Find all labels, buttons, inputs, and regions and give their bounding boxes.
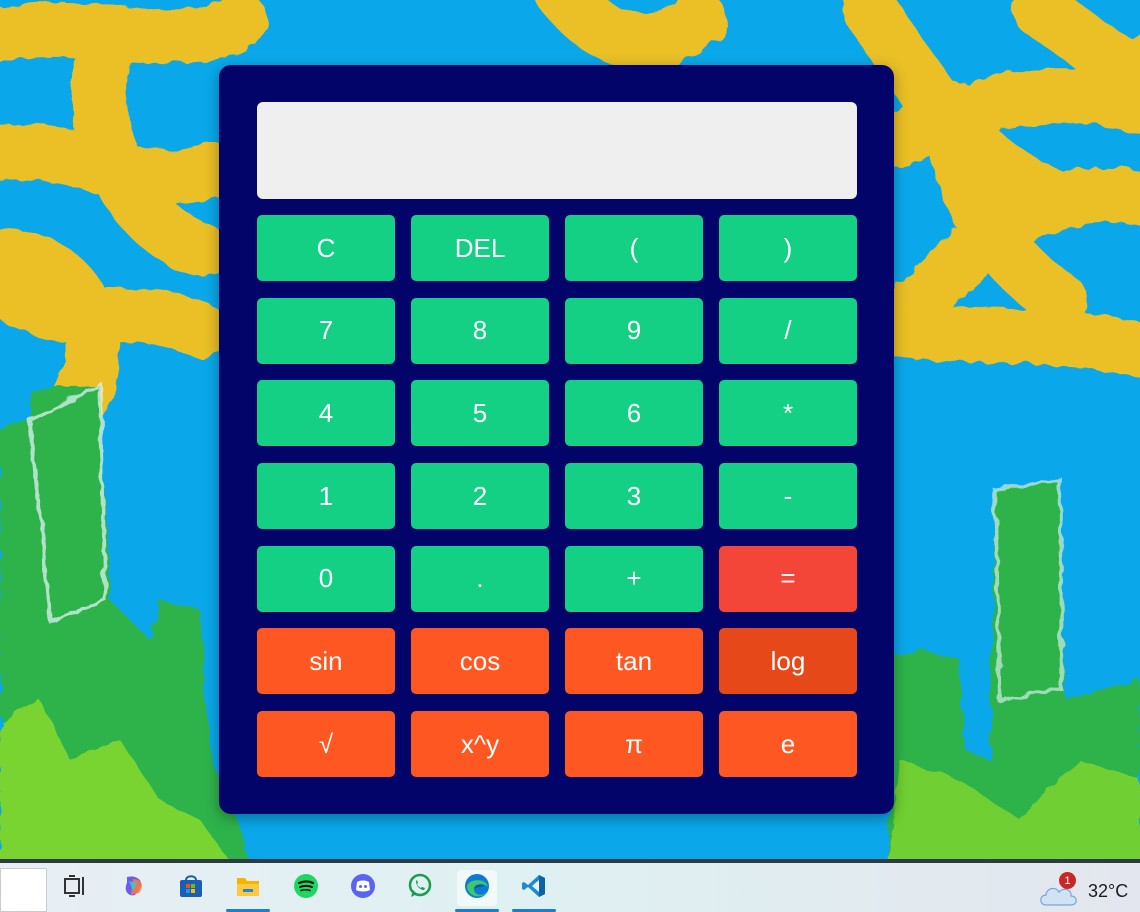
digit-6-button[interactable]: 6	[565, 380, 703, 447]
cos-button[interactable]: cos	[411, 628, 549, 695]
file-explorer-icon	[235, 874, 261, 903]
digit-2-button[interactable]: 2	[411, 463, 549, 530]
calculator-display	[257, 102, 857, 199]
calculator-panel: C DEL() 7 8 9/ 4 5 6 * 1 2 3- 0. + = sin cos tan log √ x^y π e	[219, 65, 894, 814]
digit-1-button[interactable]: 1	[257, 463, 395, 530]
pi-button[interactable]: π	[565, 711, 703, 778]
sqrt-button[interactable]: √	[257, 711, 395, 778]
digit-5-button[interactable]: 5	[411, 380, 549, 447]
spotify-icon	[293, 873, 319, 904]
calculator-keypad: C DEL() 7 8 9/ 4 5 6 * 1 2 3- 0. + = sin cos tan log √ x^y π e	[257, 215, 857, 778]
discord-button[interactable]	[343, 870, 383, 906]
copilot-icon	[121, 873, 147, 904]
clear-button[interactable]: C	[257, 215, 395, 281]
digit-8-button[interactable]: 8	[411, 297, 549, 364]
digit-9-button[interactable]: 9	[565, 297, 703, 364]
multiply-button[interactable]: *	[719, 380, 857, 447]
divide-button[interactable]: /	[719, 297, 857, 364]
sin-button[interactable]: sin	[257, 628, 395, 695]
decimal-button[interactable]: .	[411, 545, 549, 612]
spotify-button[interactable]	[286, 870, 326, 906]
task-view-icon	[63, 874, 89, 902]
digit-3-button[interactable]: 3	[565, 463, 703, 530]
edge-button[interactable]	[455, 870, 499, 912]
equals-button[interactable]: =	[719, 545, 857, 612]
microsoft-store-icon	[178, 873, 204, 904]
copilot-button[interactable]	[114, 870, 154, 906]
microsoft-store-button[interactable]	[171, 870, 211, 906]
whatsapp-icon	[407, 873, 433, 904]
taskbar-search-box[interactable]	[0, 868, 47, 912]
file-explorer-button[interactable]	[226, 870, 270, 912]
edge-icon	[464, 873, 490, 904]
digit-0-button[interactable]: 0	[257, 545, 395, 612]
close-paren-button[interactable]: )	[719, 215, 857, 281]
power-button[interactable]: x^y	[411, 711, 549, 778]
digit-4-button[interactable]: 4	[257, 380, 395, 447]
euler-button[interactable]: e	[719, 711, 857, 778]
delete-button[interactable]: DEL	[411, 215, 549, 281]
add-button[interactable]: +	[565, 545, 703, 612]
vscode-button[interactable]	[512, 870, 556, 912]
weather-widget[interactable]: 1 32°C	[1036, 869, 1136, 909]
task-view-button[interactable]	[56, 870, 96, 906]
open-paren-button[interactable]: (	[565, 215, 703, 281]
weather-temperature: 32°C	[1088, 881, 1129, 901]
taskbar-top-border	[0, 859, 1140, 863]
subtract-button[interactable]: -	[719, 463, 857, 530]
vscode-icon	[521, 873, 547, 904]
whatsapp-button[interactable]	[400, 870, 440, 906]
taskbar: 1 32°C	[0, 859, 1140, 912]
notification-badge: 1	[1059, 872, 1076, 889]
log-button[interactable]: log	[719, 628, 857, 695]
tan-button[interactable]: tan	[565, 628, 703, 695]
digit-7-button[interactable]: 7	[257, 297, 395, 364]
discord-icon	[350, 873, 376, 904]
